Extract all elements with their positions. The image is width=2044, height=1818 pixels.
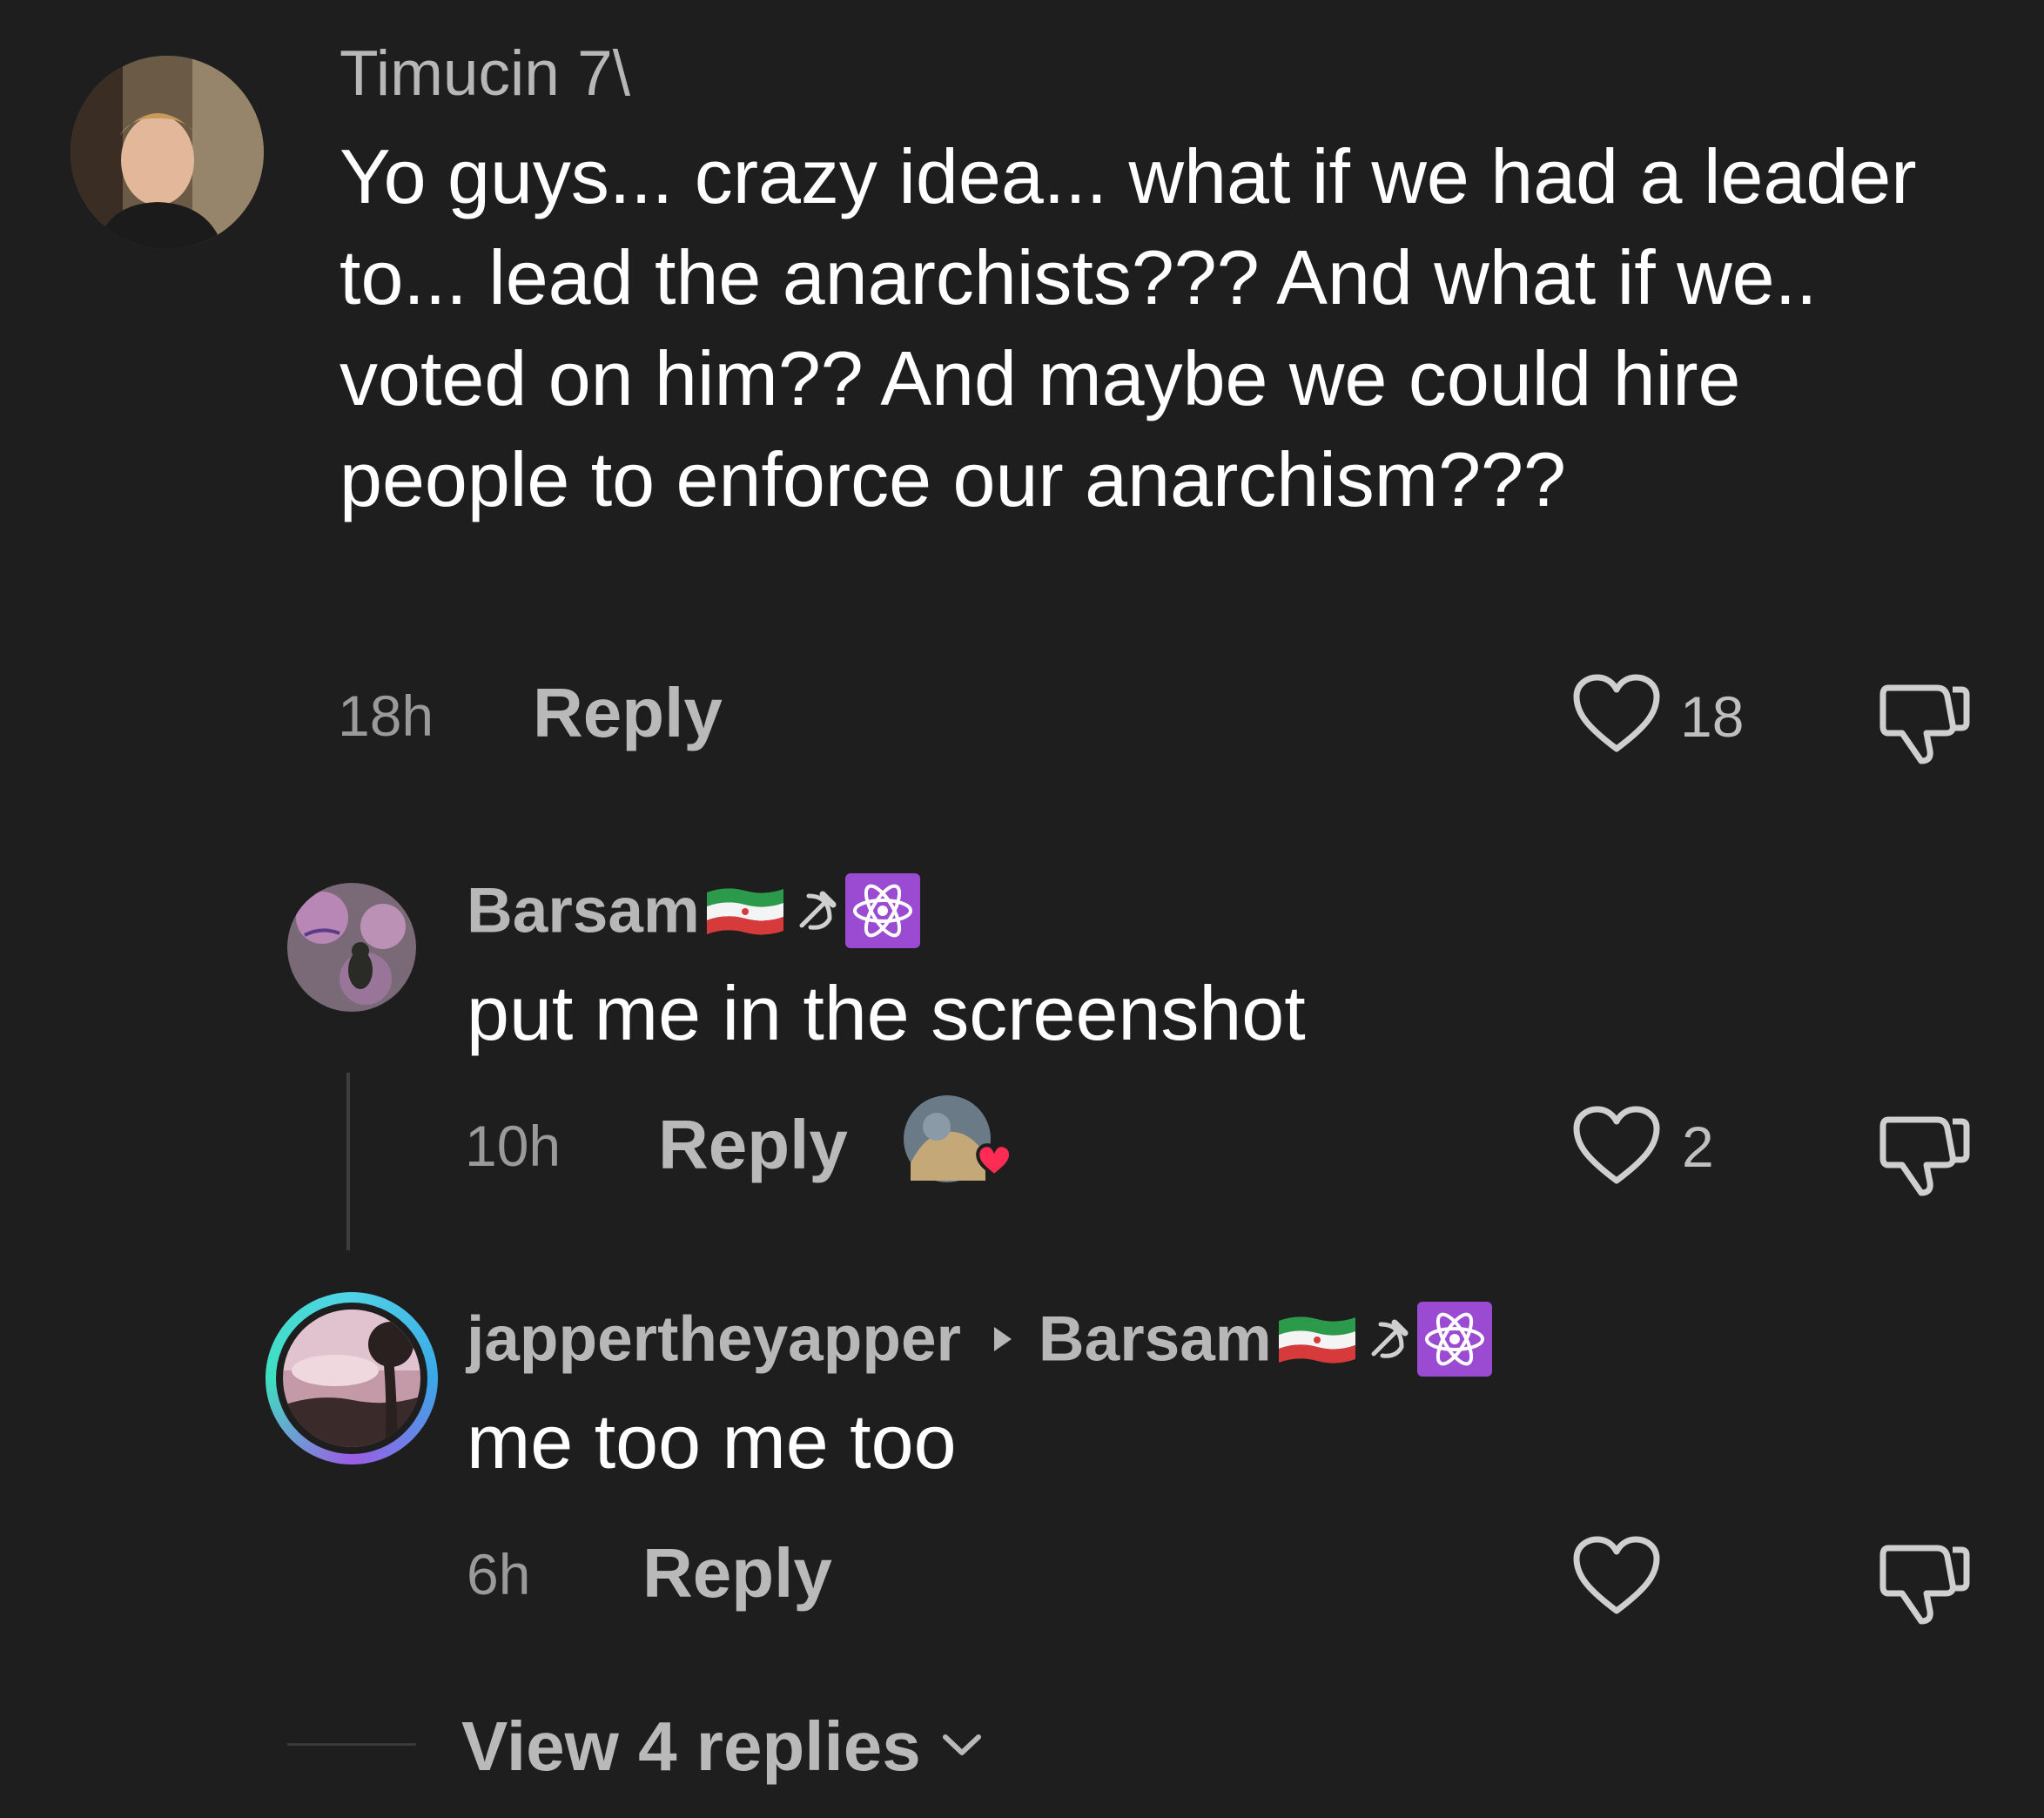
heart-outline-icon xyxy=(1573,1536,1660,1614)
heart-outline-icon xyxy=(1573,1106,1660,1184)
atom-icon xyxy=(845,873,921,948)
comment-text: Yo guys... crazy idea... what if we had … xyxy=(340,133,1917,522)
reply-to-username[interactable]: Barsam xyxy=(1039,1304,1272,1375)
iran-flag-icon xyxy=(1277,1312,1357,1366)
chevron-down-icon xyxy=(940,1730,984,1764)
like-button[interactable] xyxy=(1571,1104,1667,1191)
username-row: jappertheyapper Barsam xyxy=(467,1302,1493,1380)
thumbs-down-icon xyxy=(1879,684,1970,764)
comment-timestamp: 6h xyxy=(467,1542,531,1606)
reply-button[interactable]: Reply xyxy=(533,678,723,748)
like-count: 2 xyxy=(1682,1114,1714,1179)
comment-text: put me in the screenshot xyxy=(467,970,1306,1056)
avatar[interactable] xyxy=(71,56,264,249)
view-replies-label: View 4 replies xyxy=(461,1707,921,1785)
hammer-sickle-icon xyxy=(1362,1312,1414,1366)
avatar[interactable] xyxy=(266,1292,438,1464)
view-replies-divider xyxy=(287,1743,416,1746)
username-row: Barsam xyxy=(467,873,921,952)
comment-timestamp: 10h xyxy=(465,1114,561,1178)
dislike-button[interactable] xyxy=(1876,1102,1972,1198)
thumbs-down-icon xyxy=(1879,1116,1970,1196)
comment-timestamp: 18h xyxy=(338,683,434,748)
creator-liked-badge xyxy=(902,1094,1013,1188)
comment-username[interactable]: Timucin 7\ xyxy=(340,42,630,105)
dislike-button[interactable] xyxy=(1876,670,1972,766)
atom-icon xyxy=(1417,1302,1493,1377)
iran-flag-icon xyxy=(705,884,785,938)
like-button[interactable] xyxy=(1571,672,1667,759)
dislike-button[interactable] xyxy=(1876,1531,1972,1626)
thumbs-down-icon xyxy=(1879,1545,1970,1625)
comment-username[interactable]: Barsam xyxy=(467,876,700,946)
thread-line xyxy=(346,1073,350,1250)
reply-button[interactable]: Reply xyxy=(658,1110,848,1180)
reply-button[interactable]: Reply xyxy=(642,1539,832,1608)
comment-username[interactable]: jappertheyapper xyxy=(467,1304,961,1375)
caret-right-icon xyxy=(977,1322,1029,1357)
like-count: 18 xyxy=(1680,684,1745,749)
hammer-sickle-icon xyxy=(790,884,842,938)
like-button[interactable] xyxy=(1571,1534,1667,1621)
avatar[interactable] xyxy=(287,883,416,1012)
comment-text: me too me too xyxy=(467,1398,957,1485)
view-replies-button[interactable]: View 4 replies xyxy=(461,1712,984,1781)
heart-outline-icon xyxy=(1573,674,1660,752)
